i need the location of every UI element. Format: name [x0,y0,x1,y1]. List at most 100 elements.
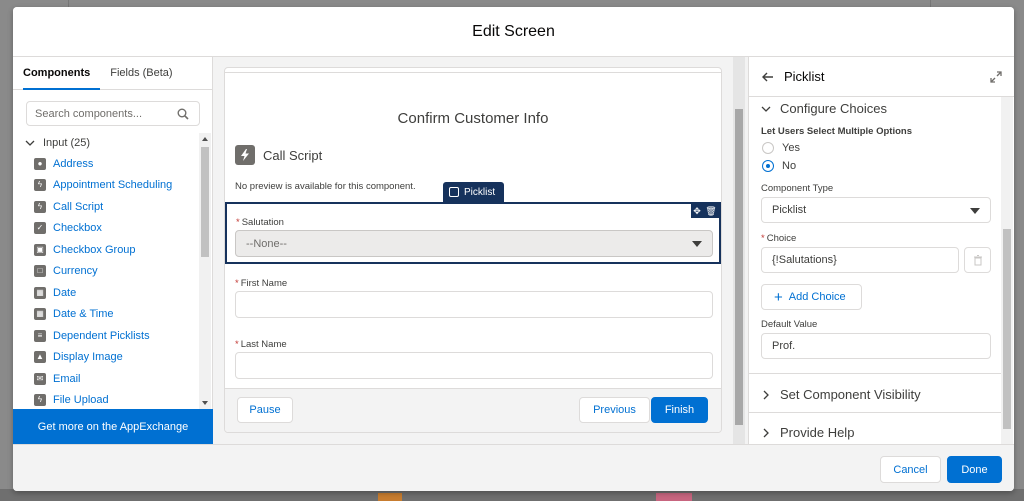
component-type-select[interactable]: Picklist [761,197,991,223]
component-address[interactable]: ● Address [13,153,199,175]
component-checkbox-group[interactable]: ▣ Checkbox Group [13,239,199,261]
component-email[interactable]: ✉ Email [13,368,199,390]
plus-icon: + [774,288,783,306]
component-label: Date & Time [53,308,114,321]
choice-input[interactable]: {!Salutations} [761,247,959,273]
scroll-up-icon[interactable] [202,137,208,141]
default-value-label: Default Value [761,319,818,330]
component-file-upload[interactable]: ϟ File Upload [13,390,199,410]
screen-preview-card: Confirm Customer Info Call Script No pre… [224,67,722,433]
first-name-input[interactable] [235,291,713,318]
configure-choices-section[interactable]: Configure Choices [761,101,887,116]
scroll-down-icon[interactable] [202,401,208,405]
lightning-icon: ϟ [34,179,46,192]
component-label: Address [53,157,94,170]
component-call-script[interactable]: ϟ Call Script [13,196,199,218]
canvas-scrollbar[interactable] [733,57,745,444]
component-display-image[interactable]: ▲ Display Image [13,347,199,369]
multi-select-label: Let Users Select Multiple Options [761,126,912,137]
section-title: Configure Choices [780,101,887,116]
calendar-time-icon: ▦ [34,308,46,321]
scrollbar-thumb[interactable] [201,147,209,257]
radio-icon [762,142,774,154]
panel-tabs: Components Fields (Beta) [13,57,212,90]
component-date[interactable]: ▦ Date [13,282,199,304]
badge-label: Picklist [464,186,496,198]
component-label: Display Image [53,351,123,364]
section-divider [749,412,1001,413]
default-value-input[interactable]: Prof. [761,333,991,359]
properties-body: Configure Choices Let Users Select Multi… [749,97,1001,444]
component-dependent-picklists[interactable]: ≡ Dependent Picklists [13,325,199,347]
last-name-label-text: Last Name [240,339,287,350]
component-label: Currency [53,265,98,278]
card-header-bar [225,68,721,73]
required-marker: * [236,217,240,228]
chevron-right-icon [763,390,769,399]
finish-button[interactable]: Finish [651,397,708,423]
last-name-input[interactable] [235,352,713,379]
component-label: Call Script [53,200,104,213]
tab-components[interactable]: Components [23,57,101,90]
group-input-header[interactable]: Input (25) [13,133,199,153]
checkbox-group-icon: ▣ [34,243,46,256]
screen-title[interactable]: Confirm Customer Info [225,110,721,127]
component-currency[interactable]: □ Currency [13,261,199,283]
modal-footer: Cancel Done [13,444,1014,491]
component-checkbox[interactable]: ✓ Checkbox [13,218,199,240]
radio-selected-icon [762,160,774,172]
back-arrow-icon[interactable] [762,71,774,83]
screen-footer: Pause Previous Finish [225,388,721,432]
appexchange-button[interactable]: Get more on the AppExchange [13,409,213,444]
remove-choice-button[interactable] [964,247,991,273]
section-title: Provide Help [780,425,855,440]
component-type-label: Component Type [761,183,834,194]
component-list: Input (25) ● Address ϟ Appointment Sched… [13,133,199,409]
call-script-component[interactable]: Call Script [235,145,322,165]
properties-title: Picklist [784,69,825,84]
last-name-label: * Last Name [235,339,287,350]
component-appointment-scheduling[interactable]: ϟ Appointment Scheduling [13,175,199,197]
first-name-label: * First Name [235,278,287,289]
done-button[interactable]: Done [947,456,1002,483]
scrollbar-thumb[interactable] [735,109,743,425]
lightning-icon: ϟ [34,200,46,213]
search-input[interactable] [35,107,175,120]
salutation-select[interactable]: --None-- [235,230,713,257]
provide-help-section[interactable]: Provide Help [761,425,854,440]
delete-icon[interactable]: 🗑 [705,206,716,217]
first-name-label-text: First Name [240,278,288,289]
visibility-section[interactable]: Set Component Visibility [761,387,921,402]
search-box[interactable] [26,101,200,126]
move-icon[interactable]: ✥ [693,206,701,217]
radio-no[interactable]: No [762,160,796,172]
add-choice-button[interactable]: + Add Choice [761,284,862,310]
scrollbar-thumb[interactable] [1003,229,1011,429]
pause-button[interactable]: Pause [237,397,293,423]
choice-label-text: Choice [766,233,797,244]
tab-fields-beta[interactable]: Fields (Beta) [110,57,182,90]
chevron-down-icon [692,241,702,247]
choice-label: * Choice [761,233,796,244]
checkbox-icon: ✓ [34,222,46,235]
group-label: Input (25) [43,137,91,149]
expand-icon[interactable] [990,71,1002,83]
salutation-label: * Salutation [236,217,284,228]
radio-yes[interactable]: Yes [762,142,800,154]
required-marker: * [235,278,239,289]
cancel-button[interactable]: Cancel [880,456,941,483]
properties-panel: Picklist Configure Choices Let Users Sel… [748,57,1014,444]
properties-header: Picklist [749,57,1014,97]
add-choice-label: Add Choice [788,291,846,303]
list-icon: ≡ [34,329,46,342]
search-icon [177,108,189,120]
properties-scrollbar[interactable] [1001,97,1013,444]
selected-component-badge: Picklist [443,182,504,202]
previous-button[interactable]: Previous [579,397,650,423]
component-date-time[interactable]: ▦ Date & Time [13,304,199,326]
component-list-scrollbar[interactable] [199,133,211,409]
lightning-icon [235,145,255,165]
modal-header: Edit Screen [13,7,1014,57]
salutation-picklist-component[interactable]: ✥ 🗑 * Salutation --None-- [225,202,721,264]
salutation-label-text: Salutation [241,217,284,228]
